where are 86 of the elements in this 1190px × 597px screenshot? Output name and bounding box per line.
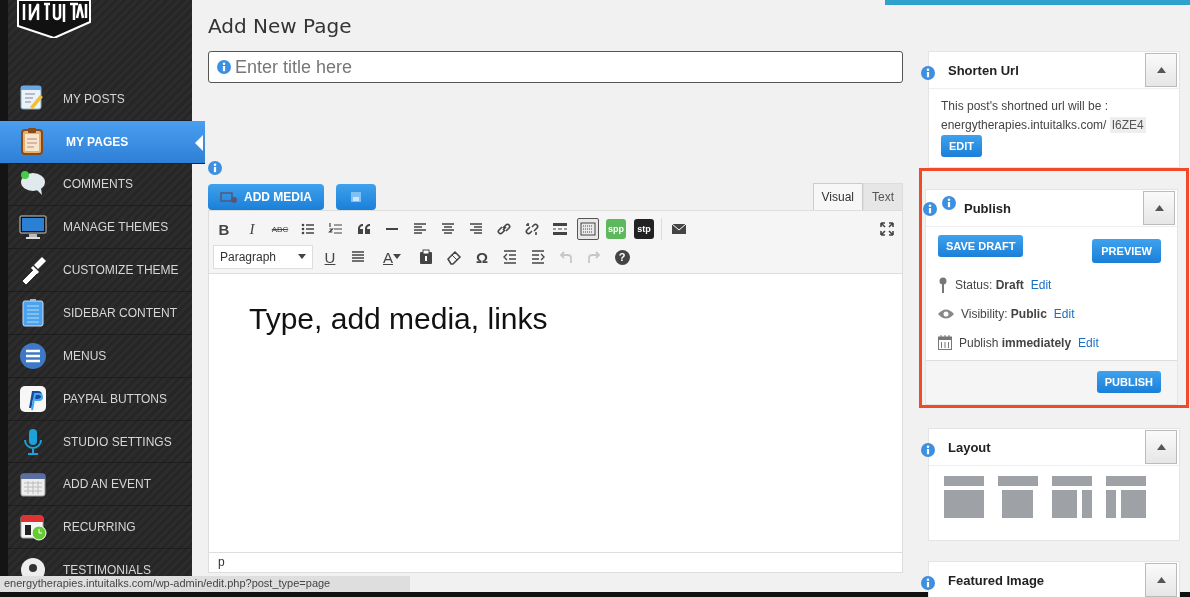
publish-setting: Status: Draft: [955, 278, 1024, 292]
align-left-icon: [412, 221, 428, 237]
collapse-button[interactable]: [1145, 430, 1177, 464]
align-center-icon: [440, 221, 456, 237]
publish-setting: Visibility: Public: [961, 307, 1047, 321]
pointer-icon: [195, 134, 203, 151]
underline-button[interactable]: U: [319, 246, 341, 268]
sidebar-item[interactable]: MY POSTS: [8, 77, 192, 121]
justify-icon: [350, 249, 366, 265]
link-icon: [496, 221, 512, 237]
layout-option-icon[interactable]: [998, 476, 1038, 518]
edit-link[interactable]: Edit: [1078, 335, 1099, 350]
undo-icon: [558, 249, 574, 265]
form-button[interactable]: [336, 184, 376, 210]
layout-option-icon[interactable]: [1106, 476, 1146, 518]
panel-title: Shorten Url: [948, 62, 1019, 78]
text-color-button[interactable]: A: [375, 246, 409, 268]
format-dropdown[interactable]: Paragraph: [213, 245, 313, 269]
sidebar-item[interactable]: RECURRING: [8, 506, 192, 550]
italic-button[interactable]: I: [241, 218, 263, 240]
sidebar-item[interactable]: STUDIO SETTINGS: [8, 420, 192, 464]
indent-icon: [530, 249, 546, 265]
bullet-list-icon: [300, 221, 316, 237]
menu-icon: [18, 340, 48, 371]
caret-up-icon: [1156, 444, 1166, 450]
caret-up-icon: [1154, 205, 1164, 211]
sidebar-item[interactable]: PAYPAL BUTTONS: [8, 377, 192, 421]
editor-text: Type, add media, links: [249, 302, 548, 335]
status-url: energytherapies.intuitalks.com/wp-admin/edit.php?post_type=page: [0, 576, 410, 592]
bold-button[interactable]: Ω: [471, 246, 493, 268]
sidebar-item[interactable]: COMMENTS: [8, 163, 192, 207]
envelope-icon: [671, 221, 687, 237]
calendar-icon: [938, 335, 952, 350]
horizontal-line-icon: [386, 228, 398, 230]
sidebar-item[interactable]: SIDEBAR CONTENT: [8, 292, 192, 335]
url-code: I6ZE4: [1109, 117, 1146, 133]
caret-icon: [393, 254, 401, 260]
fullscreen-icon: [879, 221, 895, 237]
panel-title: Layout: [948, 439, 991, 455]
media-icon: [220, 190, 238, 204]
edit-link[interactable]: Edit: [1053, 307, 1075, 321]
edit-link[interactable]: Edit: [1030, 278, 1052, 292]
publish-setting: Publish immediately: [959, 335, 1072, 350]
collapse-button[interactable]: [1145, 563, 1177, 597]
quote-icon: [356, 221, 372, 237]
strikethrough-button[interactable]: ABC: [269, 218, 291, 240]
unlink-icon: [524, 221, 540, 237]
panel-title: Featured Image: [948, 572, 1045, 588]
sidebar-item[interactable]: CUSTOMIZE THEME: [8, 249, 192, 293]
collapse-button[interactable]: [1143, 191, 1175, 225]
caret-icon: [298, 254, 306, 260]
eraser-icon: [446, 249, 462, 265]
layout-option-icon[interactable]: [1052, 476, 1092, 518]
menu-icon: [18, 512, 48, 543]
pin-icon: [938, 277, 948, 293]
element-path: p: [218, 555, 225, 569]
editor-tab[interactable]: Text: [863, 183, 903, 210]
info-icon: [942, 196, 956, 210]
caret-up-icon: [1156, 67, 1166, 73]
numbered-list-icon: [328, 221, 344, 237]
redo-icon: [586, 249, 602, 265]
url-domain: energytherapies.intuitalks.com/: [941, 118, 1107, 132]
info-icon: [208, 161, 222, 175]
caret-up-icon: [1156, 577, 1166, 583]
sidebar-item[interactable]: MANAGE THEMES: [8, 206, 192, 250]
info-icon: [217, 60, 231, 74]
sidebar-item[interactable]: MENUS: [8, 334, 192, 378]
editor-tab[interactable]: Visual: [812, 183, 863, 210]
bold-button[interactable]: B: [213, 218, 235, 240]
title-field[interactable]: Enter title here: [208, 51, 903, 83]
layout-option-icon[interactable]: [944, 476, 984, 518]
eye-icon: [938, 309, 954, 319]
page-title: Add New Page: [208, 14, 353, 38]
form-icon: [350, 191, 362, 203]
align-right-icon: [468, 221, 484, 237]
toolbar-toggle-button[interactable]: [577, 218, 599, 240]
read-more-icon: [552, 221, 568, 237]
sidebar-item[interactable]: ADD AN EVENT: [8, 463, 192, 507]
panel-title: Publish: [964, 200, 1011, 216]
toolbar-toggle-icon: [580, 221, 596, 237]
plugin-button[interactable]: stp: [633, 218, 655, 240]
collapse-button[interactable]: [1145, 53, 1177, 87]
shorten-url-text: This post's shortned url will be :: [941, 98, 1110, 115]
menu-icon: [18, 383, 48, 414]
paste-icon: [418, 249, 434, 265]
outdent-icon: [502, 249, 518, 265]
